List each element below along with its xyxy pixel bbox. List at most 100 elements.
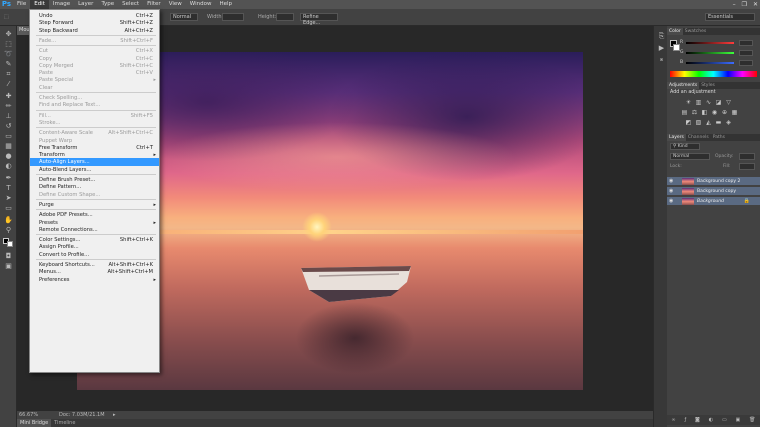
slider-green[interactable]: G xyxy=(680,50,756,56)
threshold-icon[interactable]: ◭ xyxy=(705,119,712,126)
history-brush-tool-icon[interactable]: ↺ xyxy=(3,122,14,130)
menu-window[interactable]: Window xyxy=(186,0,216,9)
tab-layers[interactable]: Layers xyxy=(667,134,686,141)
levels-icon[interactable]: ▥ xyxy=(695,99,702,106)
doc-size[interactable]: Doc: 7.03M/21.1M xyxy=(59,411,105,419)
menu-item-preferences[interactable]: Preferences ▸ xyxy=(30,276,159,284)
menu-item-clear[interactable]: Clear xyxy=(30,84,159,92)
screen-mode-icon[interactable]: ▣ xyxy=(3,262,14,270)
menu-item-fade[interactable]: Fade... Shift+Ctrl+F xyxy=(30,37,159,45)
tab-swatches[interactable]: Swatches xyxy=(683,28,709,35)
tab-color[interactable]: Color xyxy=(667,28,683,35)
dodge-tool-icon[interactable]: ◐ xyxy=(3,162,14,170)
eye-icon[interactable]: ◉ xyxy=(669,199,675,204)
quick-select-tool-icon[interactable]: ✎ xyxy=(3,60,14,68)
foreground-background-color-icon[interactable] xyxy=(3,238,14,247)
trash-icon[interactable]: 🗑 xyxy=(749,417,755,423)
menu-item-define-custom-shape[interactable]: Define Custom Shape... xyxy=(30,191,159,199)
menu-item-remote-connections[interactable]: Remote Connections... xyxy=(30,226,159,234)
height-field[interactable] xyxy=(276,13,294,21)
menu-select[interactable]: Select xyxy=(118,0,143,9)
eraser-tool-icon[interactable]: ▭ xyxy=(3,132,14,140)
tab-mini-bridge[interactable]: Mini Bridge xyxy=(17,419,52,427)
tab-adjustments[interactable]: Adjustments xyxy=(667,82,700,89)
menu-image[interactable]: Image xyxy=(49,0,74,9)
move-tool-icon[interactable]: ✥ xyxy=(3,30,14,38)
fill-field[interactable] xyxy=(739,163,755,170)
brightness-icon[interactable]: ☀ xyxy=(685,99,692,106)
zoom-tool-icon[interactable]: ⚲ xyxy=(3,226,14,234)
menu-help[interactable]: Help xyxy=(215,0,236,9)
menu-item-find-and-replace-text[interactable]: Find and Replace Text... xyxy=(30,101,159,109)
slider-red[interactable]: R xyxy=(680,40,756,46)
tab-channels[interactable]: Channels xyxy=(686,134,711,141)
minimize-icon[interactable]: – xyxy=(733,1,736,8)
exposure-icon[interactable]: ◪ xyxy=(715,99,722,106)
gradient-tool-icon[interactable]: ▦ xyxy=(3,142,14,150)
quick-mask-icon[interactable]: ◘ xyxy=(3,252,14,260)
adjustment-layer-icon[interactable]: ◐ xyxy=(709,417,713,423)
eye-icon[interactable]: ◉ xyxy=(669,189,675,194)
hue-saturation-icon[interactable]: ▤ xyxy=(681,109,688,116)
brush-tool-icon[interactable]: ✏ xyxy=(3,102,14,110)
crop-tool-icon[interactable]: ⌗ xyxy=(3,70,14,78)
zoom-level[interactable]: 66.67% xyxy=(19,411,38,419)
refine-edge-button[interactable]: Refine Edge... xyxy=(300,13,338,26)
selective-color-icon[interactable]: ◈ xyxy=(725,119,732,126)
menu-filter[interactable]: Filter xyxy=(143,0,165,9)
tab-paths[interactable]: Paths xyxy=(711,134,727,141)
channel-mixer-icon[interactable]: ⊕ xyxy=(721,109,728,116)
posterize-icon[interactable]: ▧ xyxy=(695,119,702,126)
vibrance-icon[interactable]: ▽ xyxy=(725,99,732,106)
layer-row[interactable]: ◉ Background copy xyxy=(667,187,760,196)
new-layer-icon[interactable]: ▣ xyxy=(736,417,741,423)
blend-mode-select[interactable]: Normal xyxy=(170,13,198,21)
healing-tool-icon[interactable]: ✚ xyxy=(3,92,14,100)
invert-icon[interactable]: ◩ xyxy=(685,119,692,126)
brush-panel-icon[interactable]: ⌘ xyxy=(656,56,667,64)
gradient-map-icon[interactable]: ▬ xyxy=(715,119,722,126)
menu-view[interactable]: View xyxy=(165,0,186,9)
layer-blend-select[interactable]: Normal xyxy=(670,153,710,160)
photo-filter-icon[interactable]: ◉ xyxy=(711,109,718,116)
stamp-tool-icon[interactable]: ⊥ xyxy=(3,112,14,120)
workspace-select[interactable]: Essentials xyxy=(705,13,755,21)
history-panel-icon[interactable]: ⎘ xyxy=(656,32,667,40)
curves-icon[interactable]: ∿ xyxy=(705,99,712,106)
slider-blue[interactable]: B xyxy=(680,60,756,66)
menu-item-step-backward[interactable]: Step Backward Alt+Ctrl+Z xyxy=(30,27,159,35)
fx-icon[interactable]: ƒ xyxy=(684,417,686,423)
width-field[interactable] xyxy=(222,13,244,21)
menu-file[interactable]: File xyxy=(13,0,30,9)
tab-styles[interactable]: Styles xyxy=(699,82,717,89)
close-icon[interactable]: ✕ xyxy=(753,1,758,8)
pen-tool-icon[interactable]: ✒ xyxy=(3,174,14,182)
menu-item-convert-to-profile[interactable]: Convert to Profile... xyxy=(30,251,159,259)
menu-type[interactable]: Type xyxy=(97,0,118,9)
eyedropper-tool-icon[interactable]: ⁄ xyxy=(3,80,14,88)
status-arrow-icon[interactable]: ▸ xyxy=(113,411,116,419)
color-balance-icon[interactable]: ⚖ xyxy=(691,109,698,116)
mask-icon[interactable]: ◙ xyxy=(695,417,700,423)
color-lookup-icon[interactable]: ▦ xyxy=(731,109,738,116)
menu-item-purge[interactable]: Purge ▸ xyxy=(30,201,159,209)
tab-timeline[interactable]: Timeline xyxy=(51,419,78,427)
marquee-tool-icon[interactable]: ⬚ xyxy=(3,40,14,48)
folder-icon[interactable]: ▭ xyxy=(722,417,727,423)
hand-tool-icon[interactable]: ✋ xyxy=(3,216,14,224)
shape-tool-icon[interactable]: ▭ xyxy=(3,204,14,212)
black-white-icon[interactable]: ◧ xyxy=(701,109,708,116)
layer-row[interactable]: ◉ Background 🔒 xyxy=(667,197,760,206)
type-tool-icon[interactable]: T xyxy=(3,184,14,192)
eye-icon[interactable]: ◉ xyxy=(669,179,675,184)
background-swatch[interactable] xyxy=(673,44,680,51)
blur-tool-icon[interactable]: ● xyxy=(3,152,14,160)
menu-item-auto-blend-layers[interactable]: Auto-Blend Layers... xyxy=(30,166,159,174)
lasso-tool-icon[interactable]: ➰ xyxy=(3,50,14,58)
layer-filter-select[interactable]: ⚲ Kind xyxy=(670,143,700,150)
restore-icon[interactable]: ❐ xyxy=(742,1,747,8)
actions-panel-icon[interactable]: ▶ xyxy=(656,44,667,52)
menu-layer[interactable]: Layer xyxy=(74,0,97,9)
marquee-tool-icon[interactable]: ⬚ xyxy=(4,13,9,21)
menu-edit[interactable]: Edit xyxy=(30,0,49,9)
